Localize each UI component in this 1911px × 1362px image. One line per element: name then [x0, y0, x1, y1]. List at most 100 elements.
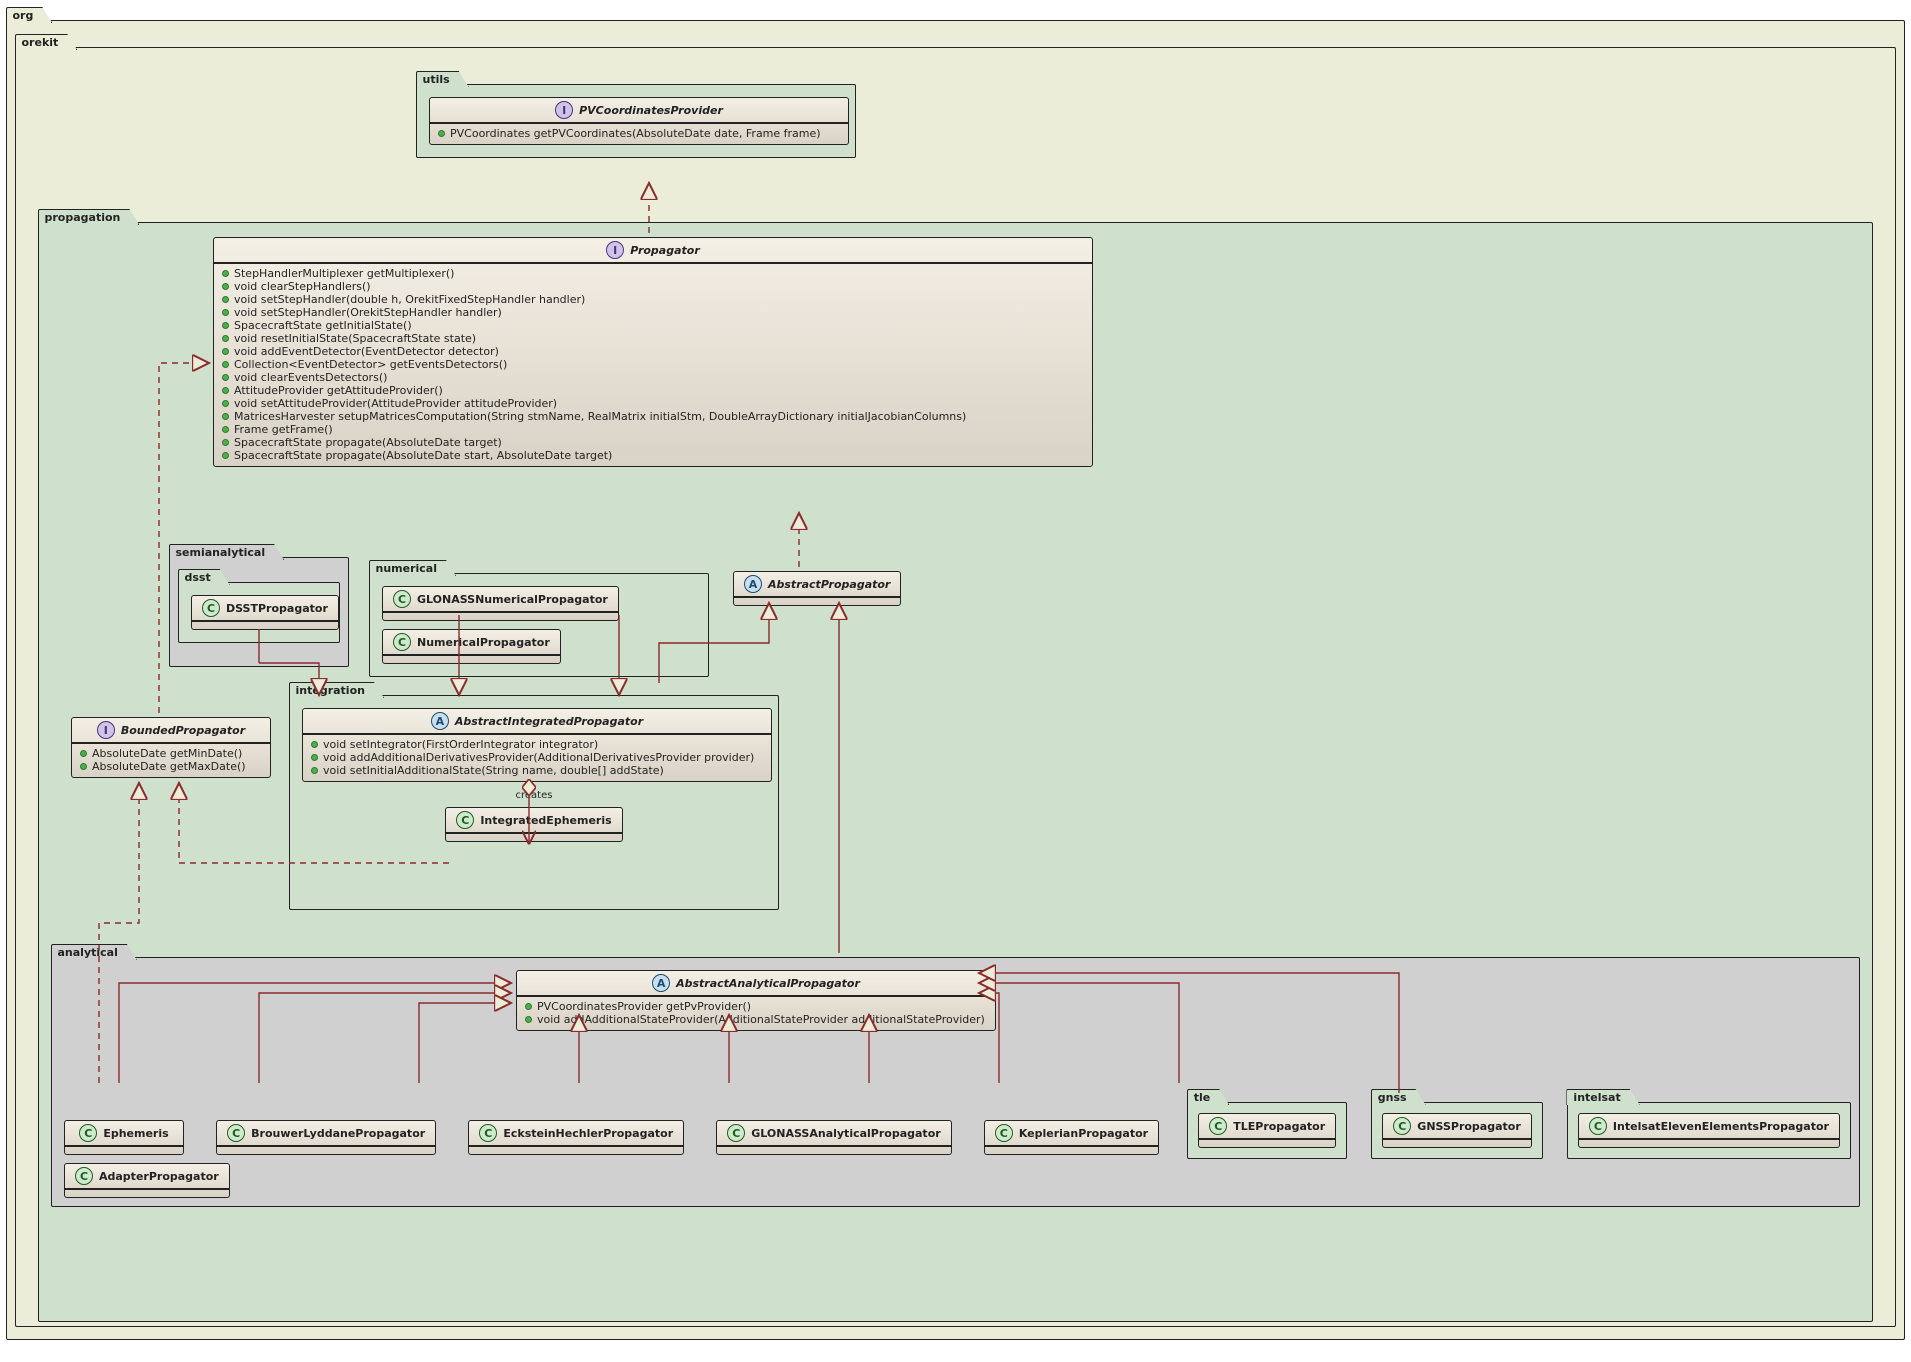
public-icon: [222, 426, 229, 433]
class-IntelsatElevenElementsPropagator: CIntelsatElevenElementsPropagator: [1578, 1113, 1840, 1148]
member: void setInitialAdditionalState(String na…: [323, 764, 664, 777]
package-orekit: orekit utils I PVCoordinatesProvider PVC…: [15, 47, 1896, 1327]
package-tab-orekit: orekit: [15, 34, 78, 50]
class-icon: C: [393, 590, 411, 608]
public-icon: [222, 374, 229, 381]
member-text: void clearStepHandlers(): [234, 280, 371, 293]
class-name: IntelsatElevenElementsPropagator: [1613, 1120, 1829, 1133]
class-AbstractIntegratedPropagator: A AbstractIntegratedPropagator void setI…: [302, 708, 772, 782]
public-icon: [222, 335, 229, 342]
package-tab-dsst: dsst: [178, 569, 230, 585]
member-text: void clearEventsDetectors(): [234, 371, 387, 384]
abstract-icon: A: [652, 974, 670, 992]
member: void setStepHandler(OrekitStepHandler ha…: [222, 306, 1084, 319]
member-text: void setStepHandler(OrekitStepHandler ha…: [234, 306, 502, 319]
class-Propagator: I Propagator StepHandlerMultiplexer getM…: [213, 237, 1093, 467]
class-name: IntegratedEphemeris: [480, 814, 611, 827]
class-name: PVCoordinatesProvider: [579, 104, 723, 117]
class-name: AbstractAnalyticalPropagator: [676, 977, 860, 990]
class-icon: C: [479, 1124, 497, 1142]
class-DSSTPropagator: C DSSTPropagator: [191, 595, 339, 630]
member: SpacecraftState getInitialState(): [222, 319, 1084, 332]
member: PVCoordinatesProvider getPvProvider(): [537, 1000, 751, 1013]
package-tab-analytical: analytical: [51, 944, 137, 960]
public-icon: [222, 452, 229, 459]
public-icon: [222, 348, 229, 355]
class-GLONASSNumericalPropagator: C GLONASSNumericalPropagator: [382, 586, 619, 621]
package-gnss: gnss CGNSSPropagator: [1371, 1102, 1542, 1159]
class-PVCoordinatesProvider: I PVCoordinatesProvider PVCoordinates ge…: [429, 97, 849, 145]
public-icon: [222, 361, 229, 368]
member: AbsoluteDate getMaxDate(): [92, 760, 246, 773]
member: AbsoluteDate getMinDate(): [92, 747, 242, 760]
package-tab-intelsat: intelsat: [1566, 1089, 1639, 1105]
edge-label-creates: creates: [298, 790, 770, 801]
member: StepHandlerMultiplexer getMultiplexer(): [222, 267, 1084, 280]
member: void setAttitudeProvider(AttitudeProvide…: [222, 397, 1084, 410]
class-name: Propagator: [630, 244, 700, 257]
class-name: DSSTPropagator: [226, 602, 328, 615]
member: SpacecraftState propagate(AbsoluteDate t…: [222, 436, 1084, 449]
member: void setIntegrator(FirstOrderIntegrator …: [323, 738, 598, 751]
class-AbstractPropagator: A AbstractPropagator: [733, 571, 901, 606]
class-name: BrouwerLyddanePropagator: [251, 1127, 425, 1140]
member-text: SpacecraftState propagate(AbsoluteDate t…: [234, 436, 502, 449]
package-tab-propagation: propagation: [38, 209, 140, 225]
package-utils: utils I PVCoordinatesProvider PVCoordina…: [416, 84, 856, 158]
class-name: GNSSPropagator: [1417, 1120, 1520, 1133]
public-icon: [80, 763, 87, 770]
member-text: void resetInitialState(SpacecraftState s…: [234, 332, 476, 345]
member-text: AttitudeProvider getAttitudeProvider(): [234, 384, 443, 397]
member: void setStepHandler(double h, OrekitFixe…: [222, 293, 1084, 306]
public-icon: [222, 309, 229, 316]
member: AttitudeProvider getAttitudeProvider(): [222, 384, 1084, 397]
member: void addEventDetector(EventDetector dete…: [222, 345, 1084, 358]
class-BoundedPropagator: I BoundedPropagator AbsoluteDate getMinD…: [71, 717, 271, 778]
member-text: Collection<EventDetector> getEventsDetec…: [234, 358, 507, 371]
class-GLONASSAnalyticalPropagator: CGLONASSAnalyticalPropagator: [716, 1120, 951, 1155]
class-icon: C: [727, 1124, 745, 1142]
class-GNSSPropagator: C GNSSPropagator: [1382, 1113, 1531, 1148]
package-tab-semianalytical: semianalytical: [169, 544, 285, 560]
class-icon: C: [1209, 1117, 1227, 1135]
class-icon: C: [227, 1124, 245, 1142]
interface-icon: I: [555, 101, 573, 119]
package-analytical: analytical A AbstractAnalyticalPropagato…: [51, 957, 1860, 1207]
public-icon: [311, 767, 318, 774]
public-icon: [222, 283, 229, 290]
class-name: AbstractPropagator: [768, 578, 890, 591]
package-tab-gnss: gnss: [1371, 1089, 1426, 1105]
member-text: void addEventDetector(EventDetector dete…: [234, 345, 499, 358]
member: void resetInitialState(SpacecraftState s…: [222, 332, 1084, 345]
class-name: GLONASSNumericalPropagator: [417, 593, 608, 606]
class-Ephemeris: CEphemeris: [64, 1120, 184, 1155]
member-text: MatricesHarvester setupMatricesComputati…: [234, 410, 966, 423]
public-icon: [525, 1016, 532, 1023]
package-dsst: dsst C DSSTPropagator: [178, 582, 340, 643]
package-org: org orekit utils I PVCoordinatesProvider…: [6, 20, 1905, 1340]
class-KeplerianPropagator: CKeplerianPropagator: [984, 1120, 1159, 1155]
interface-icon: I: [606, 241, 624, 259]
interface-icon: I: [97, 721, 115, 739]
class-name: KeplerianPropagator: [1019, 1127, 1148, 1140]
class-name: AdapterPropagator: [99, 1170, 219, 1183]
package-integration: integration A AbstractIntegratedPropagat…: [289, 695, 779, 910]
public-icon: [525, 1003, 532, 1010]
public-icon: [438, 130, 445, 137]
package-tab-tle: tle: [1187, 1089, 1230, 1105]
class-IntegratedEphemeris: C IntegratedEphemeris: [445, 807, 622, 842]
class-icon: C: [456, 811, 474, 829]
member: Collection<EventDetector> getEventsDetec…: [222, 358, 1084, 371]
member-text: void setAttitudeProvider(AttitudeProvide…: [234, 397, 557, 410]
class-name: TLEPropagator: [1233, 1120, 1325, 1133]
class-name: Ephemeris: [103, 1127, 168, 1140]
class-AbstractAnalyticalPropagator: A AbstractAnalyticalPropagator PVCoordin…: [516, 970, 996, 1031]
public-icon: [222, 270, 229, 277]
public-icon: [311, 754, 318, 761]
package-tle: tle CTLEPropagator: [1187, 1102, 1347, 1159]
class-icon: C: [393, 633, 411, 651]
class-icon: C: [1393, 1117, 1411, 1135]
package-tab-integration: integration: [289, 682, 384, 698]
member: SpacecraftState propagate(AbsoluteDate s…: [222, 449, 1084, 462]
class-icon: C: [75, 1167, 93, 1185]
